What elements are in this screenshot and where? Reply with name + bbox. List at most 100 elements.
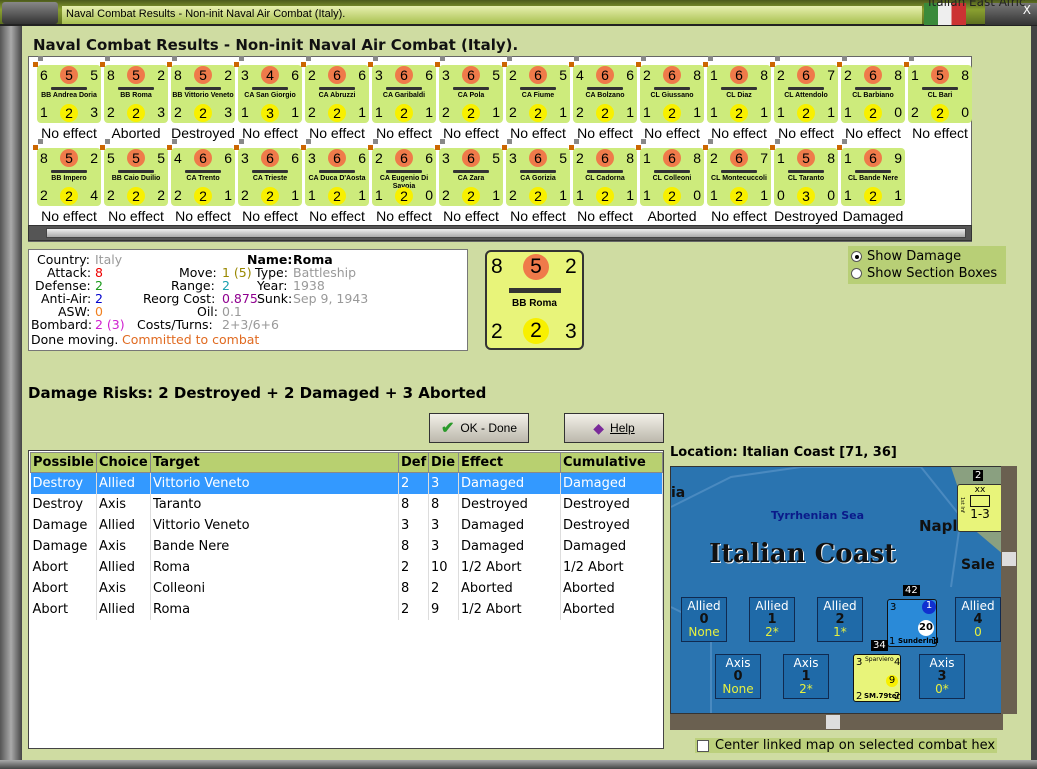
- unit-counter[interactable]: 2 6 8 CL Barbiano 1 2 0: [837, 56, 905, 123]
- axis-combat-box[interactable]: Axis 3 0*: [919, 654, 965, 699]
- status-marker-icon: [435, 145, 440, 150]
- unit-counter[interactable]: 2 6 8 CL Cadorna 1 2 1: [569, 139, 637, 206]
- column-header[interactable]: Effect: [458, 452, 561, 473]
- counter-name: CA San Giorgio: [244, 92, 296, 99]
- unit-counter[interactable]: 3 6 6 CA Duca D'Aosta 1 2 1: [301, 139, 369, 206]
- show-damage-radio[interactable]: Show Damage: [851, 249, 961, 264]
- counter-top-center: 5: [60, 66, 78, 84]
- column-header[interactable]: Def: [398, 452, 429, 473]
- column-header[interactable]: Cumulative: [560, 452, 663, 473]
- ok-done-button[interactable]: ✔ OK - Done: [429, 413, 529, 443]
- table-row[interactable]: Abort Allied Roma 2 10 1/2 Abort 1/2 Abort: [30, 556, 663, 578]
- unit-counter[interactable]: 3 6 5 CA Gorizia 2 2 1: [502, 139, 570, 206]
- unit-counter[interactable]: 3 6 5 CA Pola 2 2 1: [435, 56, 503, 123]
- combat-result: No effect: [175, 208, 231, 224]
- combat-map[interactable]: ia Tyrrhenian Sea Napl Sale Italian Coas…: [670, 466, 1017, 714]
- unit-counter[interactable]: 1 5 8 CL Taranto 0 3 0: [770, 139, 838, 206]
- column-header[interactable]: Target: [150, 452, 399, 473]
- unit-counter[interactable]: 2 6 7 CL Attendolo 1 2 1: [770, 56, 838, 123]
- unit-counter[interactable]: 1 5 8 CL Bari 2 2 0: [904, 56, 972, 123]
- status-marker-icon: [301, 145, 306, 150]
- status-marker-icon: [837, 62, 842, 67]
- map-vertical-scrollbar[interactable]: [1001, 466, 1017, 714]
- allied-combat-box[interactable]: Allied 1 2*: [749, 597, 795, 642]
- unit-counter[interactable]: 2 6 8 CL Giussano 1 2 1: [636, 56, 704, 123]
- counter-top-center: 6: [462, 149, 480, 167]
- unit-counter[interactable]: 1 6 8 CL Colleoni 1 2 0: [636, 139, 704, 206]
- scroll-thumb[interactable]: [826, 715, 840, 729]
- counter-top-left: 2: [777, 67, 785, 83]
- unit-counter[interactable]: 8 5 2 BB Impero 2 2 4: [33, 139, 101, 206]
- status-marker-icon: [440, 56, 445, 61]
- scroll-thumb[interactable]: [1002, 552, 1016, 566]
- counter-bottom-left: 1: [710, 104, 718, 120]
- unit-counter[interactable]: 4 6 6 CA Bolzano 2 2 1: [569, 56, 637, 123]
- city-label-salerno: Sale: [961, 557, 995, 573]
- unit-counter[interactable]: 8 5 2 BB Vittorio Veneto 2 2 3: [167, 56, 235, 123]
- counter-name: CA Pola: [457, 92, 485, 99]
- air-unit-badge: 1: [922, 600, 936, 614]
- axis-combat-box[interactable]: Axis 0 None: [715, 654, 761, 699]
- allied-combat-box[interactable]: Allied 2 1*: [817, 597, 863, 642]
- unit-counter[interactable]: 2 6 5 CA Fiume 2 2 1: [502, 56, 570, 123]
- unit-counter[interactable]: 5 5 5 BB Caio Duilio 2 2 2: [100, 139, 168, 206]
- counter-top-right: 6: [425, 67, 433, 83]
- radio-selected-icon[interactable]: [851, 251, 862, 262]
- table-cell: Damaged: [458, 472, 561, 494]
- status-marker-icon: [842, 139, 847, 144]
- counter-bottom-left: 2: [107, 104, 115, 120]
- table-row[interactable]: Destroy Allied Vittorio Veneto 2 3 Damaged Dam…: [30, 472, 663, 494]
- map-horizontal-scrollbar[interactable]: [670, 714, 1003, 730]
- ship-icon: [788, 170, 824, 173]
- counter-bottom-center: 2: [462, 104, 480, 122]
- unit-counter[interactable]: 3 6 6 CA Trieste 2 2 1: [234, 139, 302, 206]
- combat-result: No effect: [845, 125, 901, 141]
- unit-counter[interactable]: 2 6 7 CL Montecuccoli 1 2 1: [703, 139, 771, 206]
- axis-air-unit[interactable]: 3 Sparviero 4 9 2 SM.79ter 2: [853, 654, 901, 702]
- unit-counter[interactable]: 1 6 8 CL Diaz 1 2 1: [703, 56, 771, 123]
- counters-scroll-thumb[interactable]: [46, 228, 966, 238]
- unit-counter[interactable]: 2 6 6 CA Eugenio Di Savoia 1 2 0: [368, 139, 436, 206]
- unit-counter[interactable]: 6 5 5 BB Andrea Doria 1 2 3: [33, 56, 101, 123]
- allied-air-unit[interactable]: 3 1 20 1 Sunderlnd 1: [887, 599, 939, 647]
- center-map-checkbox[interactable]: Center linked map on selected combat hex: [695, 738, 998, 753]
- counter-name: CL Bari: [927, 92, 953, 99]
- axis-combat-box[interactable]: Axis 1 2*: [783, 654, 829, 699]
- table-row[interactable]: Damage Allied Vittorio Veneto 3 3 Damaged Dest…: [30, 514, 663, 536]
- table-row[interactable]: Abort Allied Roma 2 9 1/2 Abort Aborted: [30, 598, 663, 620]
- counter-top-right: 8: [961, 67, 969, 83]
- unit-counter[interactable]: 8 5 2 BB Roma 2 2 3: [100, 56, 168, 123]
- counter-name: BB Impero: [51, 175, 87, 182]
- unit-counter[interactable]: 3 6 5 CA Zara 2 2 1: [435, 139, 503, 206]
- help-button[interactable]: ◆ Help: [564, 413, 664, 443]
- radio-icon[interactable]: [851, 268, 862, 279]
- system-menu-button[interactable]: [2, 2, 58, 24]
- unit-counter[interactable]: 2 6 6 CA Abruzzi 2 2 1: [301, 56, 369, 123]
- unit-counter[interactable]: 3 6 6 CA Garibaldi 1 2 1: [368, 56, 436, 123]
- unit-counter[interactable]: 4 6 6 CA Trento 2 2 1: [167, 139, 235, 206]
- table-cell: 8: [398, 577, 429, 599]
- status-marker-icon: [306, 56, 311, 61]
- help-book-icon: ◆: [593, 419, 605, 436]
- counter-bottom-center: 2: [194, 187, 212, 205]
- column-header[interactable]: Die: [428, 452, 459, 473]
- table-cell: 1/2 Abort: [560, 556, 663, 578]
- checkbox-icon[interactable]: [697, 739, 709, 752]
- allied-combat-box[interactable]: Allied 4 0: [955, 597, 1001, 642]
- column-header[interactable]: Choice: [96, 452, 151, 473]
- combat-results-table: Possible Choice Target Def Die Effect Cumulati…: [28, 450, 664, 749]
- table-row[interactable]: Abort Axis Colleoni 8 2 Aborted Aborted: [30, 577, 663, 599]
- show-section-boxes-radio[interactable]: Show Section Boxes: [851, 266, 997, 281]
- table-row[interactable]: Destroy Axis Taranto 8 8 Destroyed Destroyed: [30, 493, 663, 515]
- counter-top-center: 6: [395, 66, 413, 84]
- land-unit[interactable]: xx 1st Inf 1-3: [957, 484, 1003, 532]
- status-marker-icon: [837, 145, 842, 150]
- unit-counter[interactable]: 1 6 9 CL Bande Nere 1 2 1: [837, 139, 905, 206]
- unit-counter[interactable]: 3 4 6 CA San Giorgio 1 3 1: [234, 56, 302, 123]
- allied-combat-box[interactable]: Allied 0 None: [681, 597, 727, 642]
- counter-bottom-left: 2: [509, 187, 517, 203]
- status-marker-icon: [641, 139, 646, 144]
- column-header[interactable]: Possible: [30, 452, 97, 473]
- table-row[interactable]: Damage Axis Bande Nere 8 3 Damaged Damaged: [30, 535, 663, 557]
- sunk-label: Sunk:: [257, 291, 293, 306]
